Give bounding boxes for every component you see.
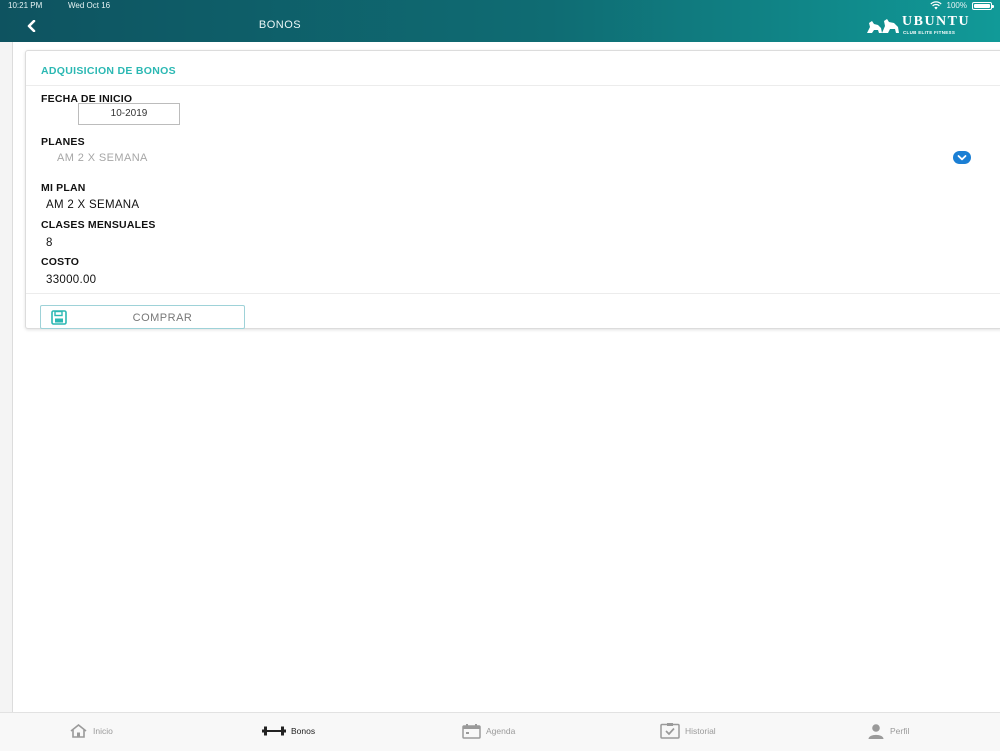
bonos-card: ADQUISICION DE BONOS FECHA DE INICIO 10-… xyxy=(25,50,1000,329)
dog-silhouette-icon xyxy=(867,19,899,33)
save-icon xyxy=(51,310,67,325)
costo-label: COSTO xyxy=(41,256,80,268)
tab-label: Bonos xyxy=(291,726,316,736)
tab-perfil[interactable]: Perfil xyxy=(867,719,909,743)
tab-label: Historial xyxy=(685,726,716,736)
divider xyxy=(26,293,1000,294)
status-date: Wed Oct 16 xyxy=(68,1,111,10)
fecha-inicio-input[interactable]: 10-2019 xyxy=(78,103,180,125)
brand-tagline: CLUB ELITE FITNESS xyxy=(903,30,956,35)
tab-historial[interactable]: Historial xyxy=(660,719,716,743)
tab-inicio[interactable]: Inicio xyxy=(69,719,113,743)
chevron-down-icon xyxy=(953,151,971,164)
content-area: ADQUISICION DE BONOS FECHA DE INICIO 10-… xyxy=(12,42,1000,712)
battery-icon xyxy=(972,1,994,10)
tab-bar: Inicio Bonos Agenda Historial Perfil xyxy=(0,712,1000,751)
clipboard-check-icon xyxy=(660,723,680,739)
comprar-label: COMPRAR xyxy=(132,312,193,324)
tab-label: Agenda xyxy=(486,726,516,736)
page-title: BONOS xyxy=(258,19,302,31)
status-right: 100% xyxy=(929,0,994,11)
battery-percent: 100% xyxy=(946,1,967,10)
calendar-icon xyxy=(462,723,481,739)
left-gutter xyxy=(0,42,12,712)
mi-plan-label: MI PLAN xyxy=(41,182,86,194)
tab-bonos[interactable]: Bonos xyxy=(262,719,315,743)
app-header: 10:21 PM Wed Oct 16 100% BONOS UBUNTU CL… xyxy=(0,0,1000,42)
clases-mensuales-value: 8 xyxy=(46,237,53,249)
card-title: ADQUISICION DE BONOS xyxy=(41,65,176,77)
wifi-icon xyxy=(929,1,942,10)
status-bar: 10:21 PM Wed Oct 16 100% xyxy=(0,0,1000,11)
home-icon xyxy=(70,724,87,738)
mi-plan-value: AM 2 X SEMANA xyxy=(46,199,140,211)
tab-agenda[interactable]: Agenda xyxy=(462,719,515,743)
costo-value: 33000.00 xyxy=(46,274,97,286)
planes-select[interactable]: AM 2 X SEMANA xyxy=(41,146,971,170)
tab-label: Inicio xyxy=(93,726,113,736)
dumbbell-icon xyxy=(262,726,286,736)
comprar-button[interactable]: COMPRAR xyxy=(40,305,245,329)
clases-mensuales-label: CLASES MENSUALES xyxy=(41,219,156,231)
user-icon xyxy=(868,723,884,739)
tab-label: Perfil xyxy=(890,726,910,736)
divider xyxy=(26,85,1000,86)
status-time: 10:21 PM xyxy=(8,1,43,10)
planes-selected-value: AM 2 X SEMANA xyxy=(57,152,148,164)
brand-logo: UBUNTU CLUB ELITE FITNESS xyxy=(866,14,988,37)
brand-name: UBUNTU xyxy=(902,14,971,29)
